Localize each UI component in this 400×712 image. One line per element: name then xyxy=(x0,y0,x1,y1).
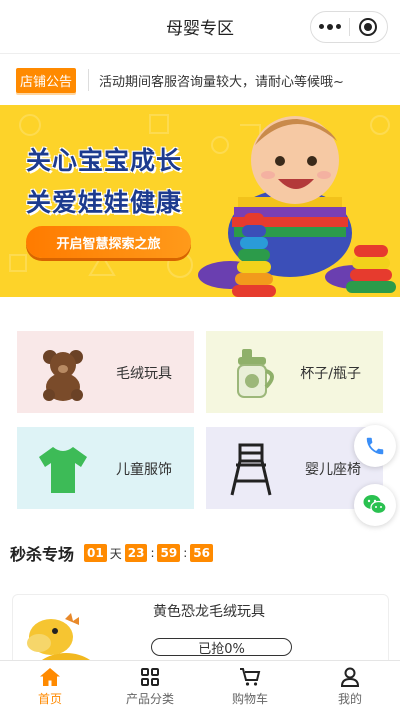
countdown-days-unit: 天 xyxy=(109,546,122,561)
tab-label: 产品分类 xyxy=(125,691,174,706)
category-card-kids-clothing[interactable]: 儿童服饰 xyxy=(17,427,194,509)
mini-program-capsule xyxy=(310,11,388,43)
notice-badge: 店铺公告 xyxy=(16,67,77,93)
page: 母婴专区 店铺公告 活动期间客服咨询量较大，请耐心等候哦~ 关心宝宝成长 关爱娃… xyxy=(0,0,400,712)
close-button[interactable] xyxy=(350,12,388,42)
banner-cta-button[interactable]: 开启智慧探索之旅 xyxy=(26,226,191,258)
sippy-cup-icon xyxy=(237,349,274,398)
flash-sale-title: 秒杀专场 xyxy=(10,545,75,564)
tab-categories[interactable]: 产品分类 xyxy=(100,661,200,712)
tab-label: 我的 xyxy=(337,691,362,706)
baby-with-stacking-toy-illustration xyxy=(198,116,396,297)
title-bar: 母婴专区 xyxy=(0,0,400,54)
home-icon xyxy=(40,667,60,686)
phone-contact-button[interactable] xyxy=(354,425,396,467)
more-dots-icon xyxy=(318,24,341,30)
sold-progress-bar: 已抢0% xyxy=(151,638,292,657)
teddy-bear-icon xyxy=(43,350,83,401)
tab-label: 购物车 xyxy=(231,691,268,706)
product-name: 黄色恐龙毛绒玩具 xyxy=(153,604,265,620)
tab-home[interactable]: 首页 xyxy=(0,661,100,712)
page-title: 母婴专区 xyxy=(166,19,234,39)
category-label: 儿童服饰 xyxy=(116,462,172,478)
category-card-plush-toys[interactable]: 毛绒玩具 xyxy=(17,331,194,413)
category-card-cups-bottles[interactable]: 杯子/瓶子 xyxy=(206,331,383,413)
cart-icon xyxy=(240,667,261,686)
high-chair-icon xyxy=(230,443,272,496)
banner-headline-1: 关心宝宝成长 xyxy=(26,146,183,175)
category-label: 婴儿座椅 xyxy=(305,462,361,478)
phone-icon xyxy=(366,437,384,455)
sold-progress-text: 已抢0% xyxy=(198,641,245,657)
close-target-icon xyxy=(359,18,378,36)
countdown-minutes: 59 xyxy=(157,544,181,562)
countdown-separator: : xyxy=(150,546,155,560)
tab-profile[interactable]: 我的 xyxy=(300,661,400,712)
countdown-days: 01 xyxy=(84,544,107,562)
user-icon xyxy=(340,667,360,687)
category-label: 毛绒玩具 xyxy=(116,366,172,382)
notice-bar[interactable]: 店铺公告 活动期间客服咨询量较大，请耐心等候哦~ xyxy=(0,55,400,105)
more-button[interactable] xyxy=(311,12,349,42)
flash-sale-header: 秒杀专场 01 天 23 : 59 : 56 xyxy=(10,542,213,564)
category-label: 杯子/瓶子 xyxy=(300,366,361,382)
countdown-separator: : xyxy=(183,546,188,560)
notice-divider xyxy=(88,69,90,91)
tab-label: 首页 xyxy=(37,691,62,706)
banner-headline-2: 关爱娃娃健康 xyxy=(26,188,183,217)
bottom-tab-bar: 首页 产品分类 购物车 我的 xyxy=(0,660,400,712)
notice-text: 活动期间客服咨询量较大，请耐心等候哦~ xyxy=(99,74,344,90)
grid-icon xyxy=(141,667,159,686)
tshirt-icon xyxy=(39,447,87,493)
wechat-contact-button[interactable] xyxy=(354,484,396,526)
wechat-icon xyxy=(363,495,387,515)
countdown-seconds: 56 xyxy=(190,544,213,562)
tab-cart[interactable]: 购物车 xyxy=(200,661,300,712)
countdown-hours: 23 xyxy=(124,544,148,562)
banner[interactable]: 关心宝宝成长 关爱娃娃健康 开启智慧探索之旅 xyxy=(0,105,400,297)
